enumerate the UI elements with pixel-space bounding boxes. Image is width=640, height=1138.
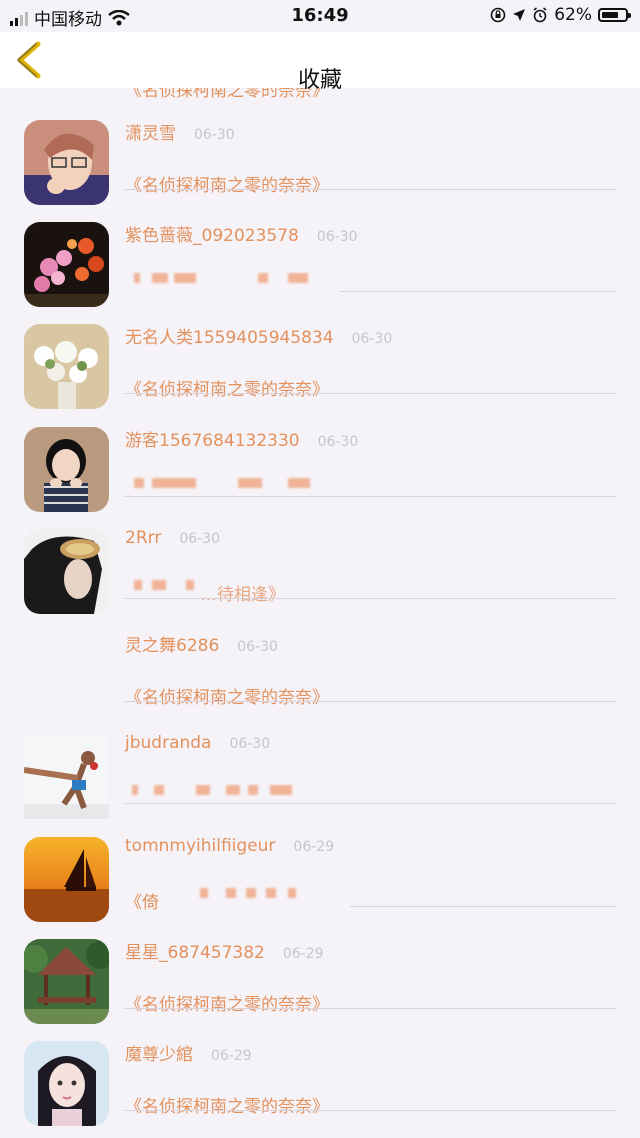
battery-icon <box>598 8 631 22</box>
obscured-title <box>130 779 350 797</box>
divider <box>125 701 616 702</box>
avatar <box>24 837 109 922</box>
item-title: 《名侦探柯南之零的奈奈》 <box>125 176 329 196</box>
list-item[interactable]: 无名人类1559405945834 06-30 《名侦探柯南之零的奈奈》 <box>0 307 640 410</box>
list-item[interactable]: 魔尊少綰 06-29 《名侦探柯南之零的奈奈》 <box>0 1024 640 1127</box>
garden-pavilion-icon <box>24 939 109 1024</box>
obscured-title <box>200 882 310 900</box>
anime-man-glasses-icon <box>24 120 109 205</box>
girl-photo-icon <box>24 427 109 512</box>
list-item[interactable]: tomnmyihilfiigeur 06-29 《倚 <box>0 820 640 923</box>
user-name: 潇灵雪 <box>125 124 176 144</box>
avatar <box>24 222 109 307</box>
item-title: 《名侦探柯南之零的奈奈》 <box>125 995 329 1015</box>
obscured-title <box>130 574 200 592</box>
divider <box>125 598 616 599</box>
divider <box>125 1110 616 1111</box>
avatar <box>24 1041 109 1126</box>
item-date: 06-30 <box>229 736 271 752</box>
divider <box>125 496 616 497</box>
rotation-lock-icon <box>490 7 506 23</box>
item-date: 06-30 <box>316 229 358 245</box>
white-flower-bouquet-icon <box>24 324 109 409</box>
list-item[interactable]: 2Rrr 06-30 …待相逢》 <box>0 512 640 615</box>
pink-orchid-flowers-icon <box>24 222 109 307</box>
item-title: 《名侦探柯南之零的奈奈》 <box>125 688 329 708</box>
avatar <box>24 529 109 614</box>
obscured-title <box>130 472 350 490</box>
obscured-title <box>130 267 350 285</box>
divider <box>125 803 616 804</box>
divider <box>125 1008 616 1009</box>
item-date: 06-30 <box>351 331 393 347</box>
list-item[interactable]: jbudranda 06-30 <box>0 717 640 820</box>
anime-girl-portrait-icon <box>24 1041 109 1126</box>
list-item[interactable]: 潇灵雪 06-30 《名侦探柯南之零的奈奈》 <box>0 103 640 206</box>
list-item[interactable]: 游客1567684132330 06-30 <box>0 410 640 513</box>
location-icon <box>513 9 526 21</box>
divider <box>340 291 616 292</box>
avatar <box>24 427 109 512</box>
item-date: 06-30 <box>237 639 278 655</box>
item-title: 《倚 <box>125 893 159 913</box>
user-name: 魔尊少綰 <box>125 1045 193 1065</box>
item-date: 06-29 <box>211 1048 252 1064</box>
item-title: 《名侦探柯南之零的奈奈》 <box>125 380 329 400</box>
item-date: 06-30 <box>317 434 359 450</box>
sailboat-sunset-icon <box>24 837 109 922</box>
user-name: 游客1567684132330 <box>125 431 300 451</box>
avatar <box>24 734 109 819</box>
user-name: jbudranda <box>125 733 212 753</box>
navigation-bar: 收藏 <box>0 32 640 93</box>
user-name: 紫色蔷薇_092023578 <box>125 226 299 246</box>
favorites-list: 《名侦探柯南之零的奈奈》 潇灵雪 06-30 《名侦探柯南之零的奈奈》 紫色蔷薇… <box>0 0 640 1138</box>
item-date: 06-30 <box>179 531 220 547</box>
person-with-goggles-icon <box>24 529 109 614</box>
status-bar: 中国移动 16:49 62% <box>0 0 640 32</box>
divider <box>125 393 616 394</box>
item-date: 06-30 <box>194 127 235 143</box>
item-date: 06-29 <box>293 839 335 855</box>
avatar <box>24 120 109 205</box>
user-name: 灵之舞6286 <box>125 636 220 656</box>
user-name: 无名人类1559405945834 <box>125 328 334 348</box>
item-date: 06-29 <box>282 946 324 962</box>
item-title: 《名侦探柯南之零的奈奈》 <box>125 1097 329 1117</box>
user-name: 星星_687457382 <box>125 943 265 963</box>
avatar <box>24 324 109 409</box>
page-title: 收藏 <box>297 68 342 93</box>
battery-percent: 62% <box>554 5 592 25</box>
list-item[interactable]: 紫色蔷薇_092023578 06-30 <box>0 205 640 308</box>
user-name: 2Rrr <box>125 528 162 548</box>
avatar <box>24 939 109 1024</box>
kickboxer-icon <box>24 734 109 819</box>
divider <box>350 906 616 907</box>
list-item[interactable]: 星星_687457382 06-29 《名侦探柯南之零的奈奈》 <box>0 922 640 1025</box>
user-name: tomnmyihilfiigeur <box>125 836 276 856</box>
list-item[interactable]: 灵之舞6286 06-30 《名侦探柯南之零的奈奈》 <box>0 615 640 718</box>
divider <box>125 189 616 190</box>
alarm-icon <box>533 7 547 23</box>
item-title: …待相逢》 <box>200 585 285 605</box>
